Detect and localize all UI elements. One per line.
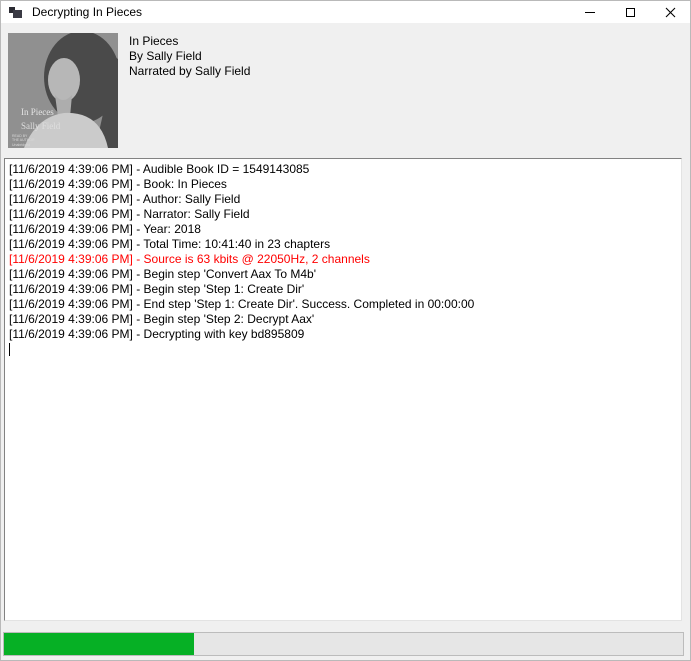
cover-author: Sally Field [21,121,61,131]
progress-bar [3,632,684,656]
book-cover-image: In Pieces Sally Field READ BY THE AUTHOR… [8,33,118,148]
app-icon [9,5,23,19]
log-line: [11/6/2019 4:39:06 PM] - Narrator: Sally… [9,207,677,222]
log-line: [11/6/2019 4:39:06 PM] - Audible Book ID… [9,162,677,177]
close-button[interactable] [650,1,690,23]
titlebar[interactable]: Decrypting In Pieces [1,1,690,23]
log-line: [11/6/2019 4:39:06 PM] - Total Time: 10:… [9,237,677,252]
cover-title: In Pieces [21,107,54,117]
log-line: [11/6/2019 4:39:06 PM] - Book: In Pieces [9,177,677,192]
book-author: By Sally Field [129,49,250,64]
log-line: [11/6/2019 4:39:06 PM] - Begin step 'Ste… [9,312,677,327]
log-line: [11/6/2019 4:39:06 PM] - Year: 2018 [9,222,677,237]
book-narrator: Narrated by Sally Field [129,64,250,79]
book-info: In Pieces By Sally Field Narrated by Sal… [129,34,250,79]
log-line: [11/6/2019 4:39:06 PM] - End step 'Step … [9,297,677,312]
log-line: [11/6/2019 4:39:06 PM] - Source is 63 kb… [9,252,677,267]
cover-edition: Unabridged [12,143,30,147]
log-textbox[interactable]: [11/6/2019 4:39:06 PM] - Audible Book ID… [4,158,682,621]
close-icon [665,7,676,18]
log-line: [11/6/2019 4:39:06 PM] - Decrypting with… [9,327,677,342]
maximize-button[interactable] [610,1,650,23]
app-window: Decrypting In Pieces In Pieces Sally Fie… [0,0,691,661]
window-controls [570,1,690,23]
log-line: [11/6/2019 4:39:06 PM] - Begin step 'Ste… [9,282,677,297]
window-title: Decrypting In Pieces [32,5,142,19]
log-line: [11/6/2019 4:39:06 PM] - Author: Sally F… [9,192,677,207]
maximize-icon [626,8,635,17]
text-caret [9,343,10,356]
minimize-button[interactable] [570,1,610,23]
progress-fill [4,633,194,655]
log-line: [11/6/2019 4:39:06 PM] - Begin step 'Con… [9,267,677,282]
log-lines: [11/6/2019 4:39:06 PM] - Audible Book ID… [9,162,677,342]
minimize-icon [585,12,595,13]
book-title: In Pieces [129,34,250,49]
cover-read-by-line2: THE AUTHOR [12,138,35,142]
